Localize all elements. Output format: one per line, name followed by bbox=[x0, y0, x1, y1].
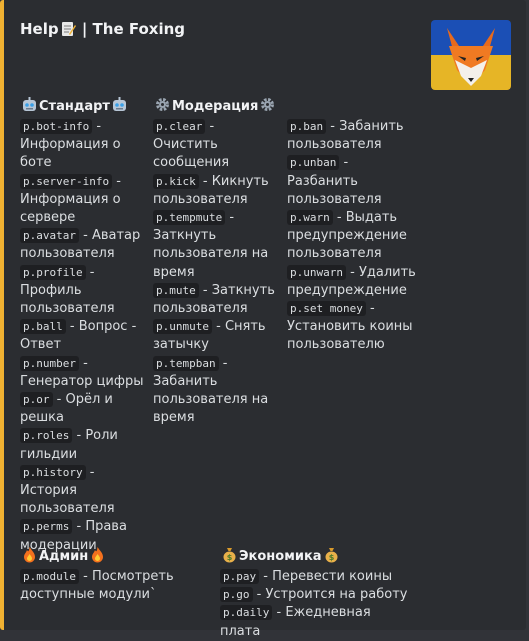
field-moderation-title: Модерация bbox=[153, 96, 279, 116]
command-code: p.tempban bbox=[153, 355, 219, 371]
fire-icon bbox=[89, 546, 106, 570]
command-code: p.roles bbox=[20, 428, 73, 444]
command-entry: p.tempban - Забанить пользователя на вре… bbox=[153, 355, 279, 428]
command-entry: p.number - Генератор цифры bbox=[20, 355, 148, 391]
field-economy-title: $ Экономика $ bbox=[220, 546, 410, 566]
memo-icon bbox=[60, 21, 76, 41]
command-entry: p.profile - Профиль пользователя bbox=[20, 264, 148, 319]
money-bag-icon: $ bbox=[323, 546, 340, 570]
command-entry: p.clear - Очистить сообщения bbox=[153, 118, 279, 173]
field-admin: Админ p.module - Посмотреть доступные мо… bbox=[20, 546, 200, 604]
command-code: p.mute bbox=[153, 282, 199, 298]
command-entry: p.warn - Выдать предупреждение пользоват… bbox=[287, 209, 417, 264]
command-code: p.perms bbox=[20, 519, 73, 535]
field-standard: Стандарт p.bot-info - Информация о боте p… bbox=[20, 96, 148, 555]
fox-logo-thumbnail[interactable] bbox=[431, 20, 511, 90]
command-code: p.server-info bbox=[20, 173, 113, 189]
robot-icon bbox=[111, 96, 128, 120]
field-economy: $ Экономика $ p.pay - Перевести коины p.go … bbox=[220, 546, 410, 641]
field-moderation-continued: p.ban - Забанить пользователя p.unban - Р… bbox=[287, 96, 417, 355]
command-code: p.ban bbox=[287, 119, 327, 134]
command-code: p.kick bbox=[153, 173, 199, 189]
command-code: p.go bbox=[220, 587, 253, 603]
command-description: - Перевести коины bbox=[259, 569, 393, 584]
command-code: p.set money bbox=[287, 301, 366, 317]
command-entry: p.ball - Вопрос - Ответ bbox=[20, 318, 148, 354]
command-code: p.pay bbox=[220, 569, 260, 584]
help-embed: Help | The Foxing Стандарт p.bot-info - … bbox=[0, 0, 526, 639]
command-code: p.daily bbox=[220, 605, 273, 621]
gear-icon bbox=[154, 96, 171, 120]
command-entry: p.unmute - Снять затычку bbox=[153, 318, 279, 354]
command-entry: p.daily - Ежедневная плата bbox=[220, 604, 410, 640]
field-standard-title: Стандарт bbox=[20, 96, 148, 116]
gear-icon bbox=[259, 96, 276, 120]
money-bag-icon: $ bbox=[221, 546, 238, 570]
fire-icon bbox=[21, 546, 38, 570]
command-entry: p.server-info - Информация о сервере bbox=[20, 173, 148, 228]
command-entry: p.history - История пользователя bbox=[20, 464, 148, 519]
embed-title: Help | The Foxing bbox=[20, 20, 185, 41]
command-code: p.unmute bbox=[153, 319, 212, 335]
command-entry: p.go - Устроится на работу bbox=[220, 586, 410, 604]
command-entry: p.ban - Забанить пользователя bbox=[287, 118, 417, 154]
command-entry: p.bot-info - Информация о боте bbox=[20, 118, 148, 173]
svg-text:$: $ bbox=[328, 553, 334, 562]
command-code: p.avatar bbox=[20, 228, 79, 244]
command-entry: p.kick - Кикнуть пользователя bbox=[153, 173, 279, 209]
robot-icon bbox=[21, 96, 38, 120]
embed-title-text: Help bbox=[20, 20, 59, 38]
command-code: p.unban bbox=[287, 155, 340, 171]
command-entry: p.module - Посмотреть доступные модули` bbox=[20, 568, 200, 604]
command-code: p.warn bbox=[287, 210, 333, 226]
command-code: p.unwarn bbox=[287, 264, 346, 280]
command-code: p.or bbox=[20, 392, 53, 408]
command-entry: p.mute - Заткнуть пользователя bbox=[153, 282, 279, 318]
command-code: p.number bbox=[20, 355, 79, 371]
command-code: p.ball bbox=[20, 319, 66, 335]
svg-text:$: $ bbox=[227, 553, 233, 562]
command-entry: p.or - Орёл и решка bbox=[20, 391, 148, 427]
command-entry: p.unwarn - Удалить предупреждение bbox=[287, 264, 417, 300]
command-code: p.bot-info bbox=[20, 119, 93, 134]
command-entry: p.pay - Перевести коины bbox=[220, 568, 410, 586]
command-code: p.tempmute bbox=[153, 210, 226, 226]
command-entry: p.tempmute - Заткнуть пользователя на вр… bbox=[153, 209, 279, 282]
field-moderation: Модерация p.clear - Очистить сообщения p.… bbox=[153, 96, 279, 427]
embed-title-suffix: | The Foxing bbox=[76, 20, 186, 38]
command-description: - Устроится на работу bbox=[252, 587, 408, 603]
command-code: p.profile bbox=[20, 264, 86, 280]
field-admin-title: Админ bbox=[20, 546, 200, 566]
command-code: p.module bbox=[20, 569, 79, 584]
command-entry: p.set money - Установить коины пользоват… bbox=[287, 300, 417, 355]
command-code: p.history bbox=[20, 464, 86, 480]
command-code: p.clear bbox=[153, 119, 206, 134]
command-entry: p.avatar - Аватар пользователя bbox=[20, 227, 148, 263]
command-entry: p.roles - Роли гильдии bbox=[20, 427, 148, 463]
command-entry: p.unban - Разбанить пользователя bbox=[287, 154, 417, 209]
